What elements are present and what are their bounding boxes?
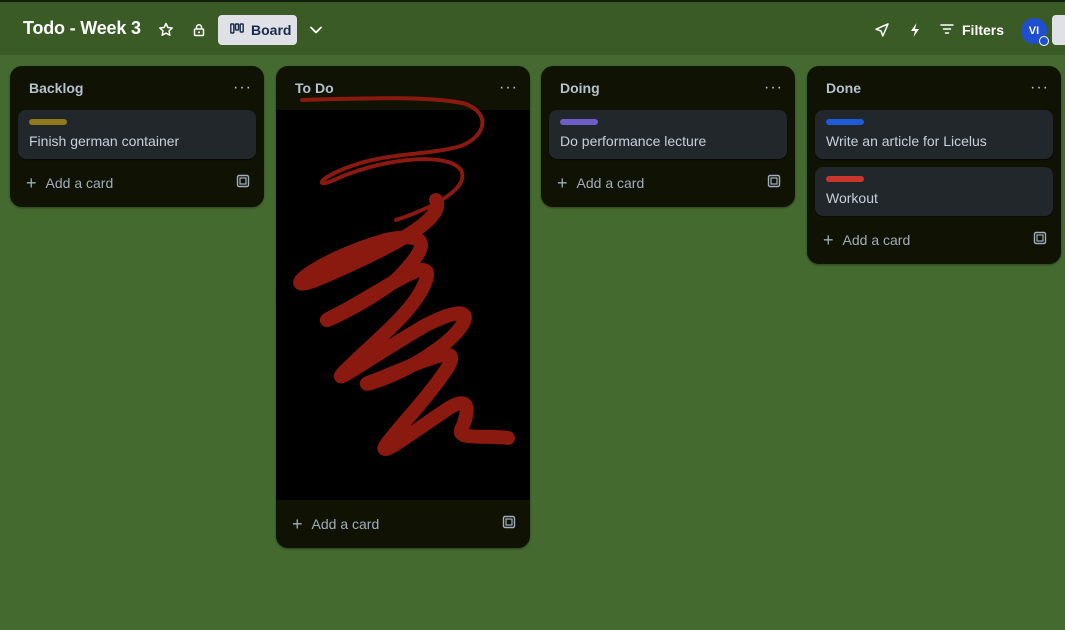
list-header: To Do ···: [276, 66, 530, 110]
avatar-initials: VI: [1028, 25, 1040, 37]
card-title: Write an article for Licelus: [826, 133, 987, 149]
card-label[interactable]: [826, 119, 864, 125]
share-button[interactable]: [1052, 15, 1065, 45]
card-label[interactable]: [29, 119, 67, 125]
plus-icon: +: [823, 230, 834, 250]
list-footer: + Add a card: [10, 159, 264, 207]
board-title[interactable]: Todo - Week 3: [23, 18, 141, 39]
card-label[interactable]: [560, 119, 598, 125]
card-list: Do performance lecture: [541, 110, 795, 159]
plus-icon: +: [557, 173, 568, 193]
add-card-label: Add a card: [576, 175, 645, 191]
filters-button[interactable]: Filters: [940, 18, 1004, 42]
scribble-drawing: [293, 96, 515, 457]
card-title: Finish german container: [29, 133, 180, 149]
add-card-button[interactable]: + Add a card: [557, 174, 644, 192]
list-title[interactable]: Done: [826, 80, 861, 96]
list-actions-icon[interactable]: ···: [764, 80, 783, 96]
list-doing: Doing ··· Do performance lecture + Add a…: [541, 66, 795, 207]
card-list: Write an article for Licelus Workout: [807, 110, 1061, 216]
list-header: Done ···: [807, 66, 1061, 110]
list-footer: + Add a card: [276, 500, 530, 548]
lightning-icon[interactable]: [903, 18, 927, 42]
card-template-icon[interactable]: [502, 515, 516, 534]
card-list: Finish german container: [10, 110, 264, 159]
plus-icon: +: [26, 173, 37, 193]
list-actions-icon[interactable]: ···: [499, 80, 518, 96]
list-header: Doing ···: [541, 66, 795, 110]
drawing-canvas[interactable]: [276, 96, 530, 500]
plus-icon: +: [292, 514, 303, 534]
card-title: Do performance lecture: [560, 133, 707, 149]
send-icon[interactable]: [870, 18, 894, 42]
admin-badge-icon: [1039, 36, 1049, 46]
lock-icon[interactable]: [187, 18, 211, 42]
list-title[interactable]: To Do: [295, 80, 334, 96]
card[interactable]: Workout: [815, 167, 1053, 216]
add-card-label: Add a card: [45, 175, 114, 191]
list-done: Done ··· Write an article for Licelus Wo…: [807, 66, 1061, 264]
avatar[interactable]: VI: [1021, 18, 1049, 46]
list-title[interactable]: Doing: [560, 80, 600, 96]
card-title: Workout: [826, 190, 878, 206]
board-icon: [230, 22, 244, 38]
list-actions-icon[interactable]: ···: [1030, 80, 1049, 96]
card[interactable]: Write an article for Licelus: [815, 110, 1053, 159]
list-footer: + Add a card: [541, 159, 795, 207]
add-card-button[interactable]: + Add a card: [292, 515, 379, 533]
list-to-do: To Do ··· + Add a card: [276, 66, 530, 548]
card-template-icon[interactable]: [1033, 231, 1047, 250]
list-backlog: Backlog ··· Finish german container + Ad…: [10, 66, 264, 207]
chevron-down-icon[interactable]: [304, 18, 328, 42]
board-header: Todo - Week 3 Board Filters VI: [0, 0, 1065, 55]
list-title[interactable]: Backlog: [29, 80, 83, 96]
card-template-icon[interactable]: [236, 174, 250, 193]
add-card-button[interactable]: + Add a card: [823, 231, 910, 249]
card[interactable]: Do performance lecture: [549, 110, 787, 159]
add-card-button[interactable]: + Add a card: [26, 174, 113, 192]
card-label[interactable]: [826, 176, 864, 182]
add-card-label: Add a card: [842, 232, 911, 248]
card[interactable]: Finish german container: [18, 110, 256, 159]
filters-label: Filters: [962, 22, 1005, 38]
list-header: Backlog ···: [10, 66, 264, 110]
list-footer: + Add a card: [807, 216, 1061, 264]
board-view-button[interactable]: Board: [218, 15, 297, 45]
list-actions-icon[interactable]: ···: [233, 80, 252, 96]
star-icon[interactable]: [154, 18, 178, 42]
filter-icon: [940, 22, 954, 38]
add-card-label: Add a card: [311, 516, 380, 532]
card-template-icon[interactable]: [767, 174, 781, 193]
board-view-label: Board: [251, 22, 292, 38]
